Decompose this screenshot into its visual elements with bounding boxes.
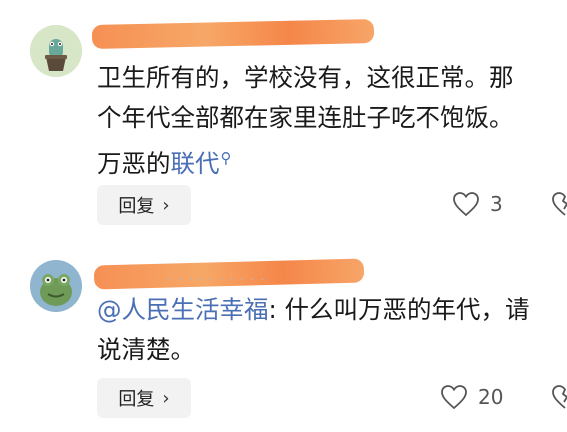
reply-label: 回复 (118, 389, 155, 410)
search-icon: ⚲ (220, 149, 232, 167)
username-redaction (91, 19, 375, 49)
timestamp-faint: · · · · · · · · · · (168, 273, 266, 288)
heart-icon (441, 385, 467, 410)
comment-line: 卫生所有的，学校没有，这很正常。那 (97, 63, 514, 92)
comment-text: 卫生所有的，学校没有，这很正常。那 个年代全部都在家里连肚子吃不饱饭。 万恶的联… (97, 58, 567, 184)
like-count: 20 (478, 385, 504, 409)
comment-line-last: 万恶的联代⚲ (97, 138, 567, 184)
mention-link[interactable]: @人民生活幸福 (97, 295, 269, 324)
comment-line: @人民生活幸福: 什么叫万恶的年代，请 (97, 290, 567, 330)
chevron-right-icon: › (162, 387, 170, 409)
broken-heart-icon[interactable] (551, 191, 567, 217)
avatar[interactable] (30, 260, 82, 312)
like-button[interactable]: 20 (440, 384, 503, 410)
keyword-link[interactable]: 联代 (171, 149, 220, 178)
reply-button[interactable]: 回复 › (97, 185, 191, 225)
like-count: 3 (490, 192, 503, 216)
comment-line: 说清楚。 (97, 335, 195, 364)
comment-text-prefix: 万恶的 (97, 149, 171, 179)
like-button[interactable]: 3 (452, 191, 503, 217)
reply-label: 回复 (118, 196, 155, 217)
avatar-cactus-icon (30, 25, 82, 77)
avatar-frog-icon (30, 260, 82, 312)
reply-button[interactable]: 回复 › (97, 378, 191, 418)
heart-icon (453, 192, 479, 217)
chevron-right-icon: › (162, 194, 170, 216)
comment-2: · · · · · · · · · · @人民生活幸福: 什么叫万恶的年代，请 … (0, 236, 567, 432)
comment-line: 个年代全部都在家里连肚子吃不饱饭。 (97, 103, 514, 132)
broken-heart-icon[interactable] (551, 384, 567, 410)
comment-text: @人民生活幸福: 什么叫万恶的年代，请 说清楚。 (97, 290, 567, 370)
comment-text-rest: : 什么叫万恶的年代，请 (268, 295, 530, 324)
comment-1: 卫生所有的，学校没有，这很正常。那 个年代全部都在家里连肚子吃不饱饭。 万恶的联… (0, 0, 567, 236)
avatar[interactable] (30, 25, 82, 77)
